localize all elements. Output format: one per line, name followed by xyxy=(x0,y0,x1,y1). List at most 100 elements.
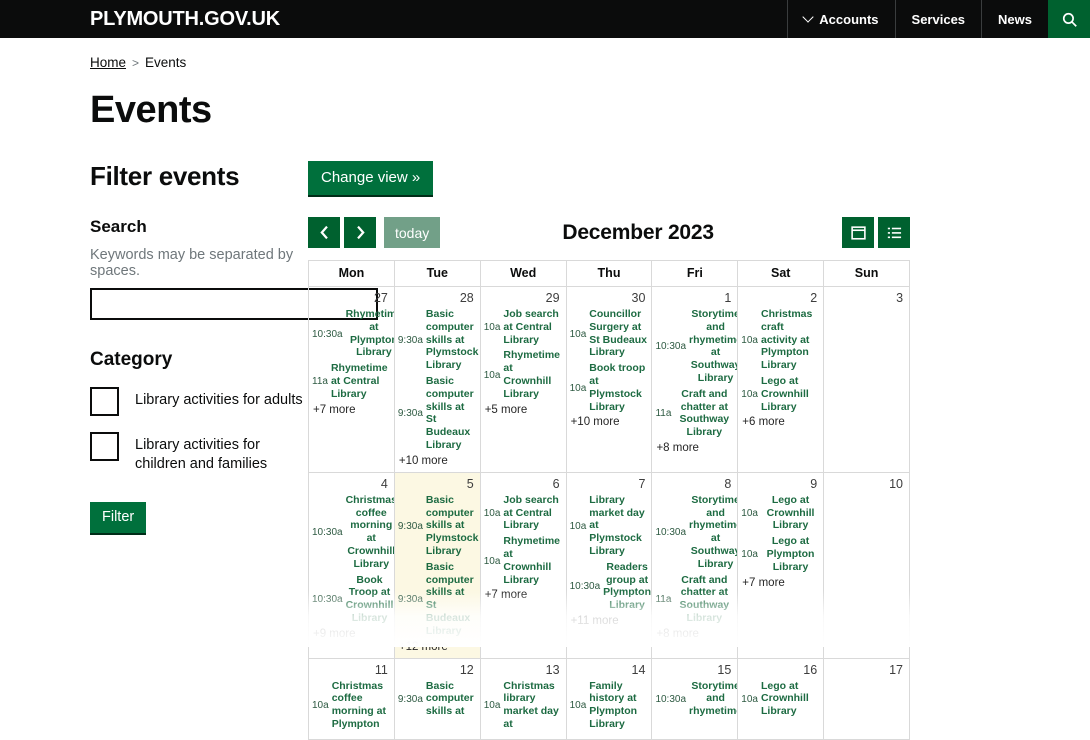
change-view-button[interactable]: Change view » xyxy=(308,161,433,195)
calendar-day-cell[interactable]: 810:30aStorytime and rhymetime at Southw… xyxy=(651,473,737,658)
calendar-event[interactable]: 10aLego at Crownhill Library xyxy=(741,680,820,718)
calendar-day-number: 12 xyxy=(398,662,477,680)
category-option-adults[interactable]: Library activities for adults xyxy=(90,387,310,416)
calendar-day-number: 28 xyxy=(398,290,477,308)
checkbox-library-children[interactable] xyxy=(90,432,119,461)
calendar-day-cell[interactable]: 289:30aBasic computer skills at Plymstoc… xyxy=(394,287,480,472)
checkbox-library-adults[interactable] xyxy=(90,387,119,416)
calendar-day-number: 27 xyxy=(312,290,391,308)
calendar-event[interactable]: 10aRhymetime at Crownhill Library xyxy=(484,349,563,400)
calendar-day-cell[interactable]: 3 xyxy=(823,287,909,472)
calendar-day-cell[interactable]: 110:30aStorytime and rhymetime at Southw… xyxy=(651,287,737,472)
calendar-day-number: 17 xyxy=(827,662,906,680)
calendar-more-link[interactable]: +6 more xyxy=(741,416,820,428)
calendar-day-cell[interactable]: 610aJob search at Central Library10aRhym… xyxy=(480,473,566,658)
calendar-event-title: Christmas craft activity at Plympton Lib… xyxy=(761,308,820,372)
calendar-week: 1110aChristmas coffee morning at Plympto… xyxy=(309,659,909,739)
calendar-event-title: Basic computer skills at St Budeaux Libr… xyxy=(426,561,477,638)
calendar-event[interactable]: 10aBook troop at Plymstock Library xyxy=(570,362,649,413)
month-view-button[interactable] xyxy=(842,217,874,248)
calendar-event[interactable]: 11aCraft and chatter at Southway Library xyxy=(655,388,734,439)
calendar-event[interactable]: 10:30aBook Troop at Crownhill Library xyxy=(312,574,391,625)
calendar-day-cell[interactable]: 59:30aBasic computer skills at Plymstock… xyxy=(394,473,480,658)
calendar-more-link[interactable]: +5 more xyxy=(484,404,563,416)
calendar-event-title: Book troop at Plymstock Library xyxy=(589,362,648,413)
calendar-more-link[interactable]: +7 more xyxy=(484,589,563,601)
nav-item-services[interactable]: Services xyxy=(895,0,982,38)
calendar-more-link[interactable]: +11 more xyxy=(570,615,649,627)
calendar-more-link[interactable]: +7 more xyxy=(312,404,391,416)
calendar-event[interactable]: 9:30aBasic computer skills at Plymstock … xyxy=(398,494,477,558)
calendar-event[interactable]: 10aJob search at Central Library xyxy=(484,308,563,346)
calendar-day-cell[interactable]: 2910aJob search at Central Library10aRhy… xyxy=(480,287,566,472)
day-header-sun: Sun xyxy=(823,261,909,286)
calendar-event-title: Craft and chatter at Southway Library xyxy=(674,388,734,439)
calendar-event[interactable]: 10aChristmas craft activity at Plympton … xyxy=(741,308,820,372)
calendar-event[interactable]: 10:30aStorytime and rhymetime xyxy=(655,680,734,718)
calendar-event[interactable]: 10aFamily history at Plympton Library xyxy=(570,680,649,731)
site-brand[interactable]: PLYMOUTH.GOV.UK xyxy=(90,9,280,29)
chevron-down-icon xyxy=(804,13,813,22)
prev-month-button[interactable] xyxy=(308,217,340,248)
list-view-button[interactable] xyxy=(878,217,910,248)
calendar-day-cell[interactable]: 1410aFamily history at Plympton Library xyxy=(566,659,652,739)
calendar-event-time: 11a xyxy=(312,375,331,387)
filter-sidebar: Filter events Search Keywords may be sep… xyxy=(0,161,310,740)
calendar-event[interactable]: 10aChristmas coffee morning at Plympton xyxy=(312,680,391,731)
calendar-more-link[interactable]: +10 more xyxy=(570,416,649,428)
day-header-fri: Fri xyxy=(651,261,737,286)
category-option-children[interactable]: Library activities for children and fami… xyxy=(90,432,310,474)
calendar-event[interactable]: 9:30aBasic computer skills at St Budeaux… xyxy=(398,561,477,638)
calendar-day-cell[interactable]: 1510:30aStorytime and rhymetime xyxy=(651,659,737,739)
calendar-day-cell[interactable]: 129:30aBasic computer skills at xyxy=(394,659,480,739)
calendar-event[interactable]: 9:30aBasic computer skills at Plymstock … xyxy=(398,308,477,372)
calendar-event[interactable]: 10aJob search at Central Library xyxy=(484,494,563,532)
calendar-more-link[interactable]: +8 more xyxy=(655,628,734,640)
search-icon[interactable] xyxy=(1048,0,1090,38)
calendar-event[interactable]: 9:30aBasic computer skills at xyxy=(398,680,477,718)
calendar-day-cell[interactable]: 1110aChristmas coffee morning at Plympto… xyxy=(309,659,394,739)
calendar-day-cell[interactable]: 410:30aChristmas coffee morning at Crown… xyxy=(309,473,394,658)
nav-item-accounts[interactable]: Accounts xyxy=(787,0,894,38)
next-month-button[interactable] xyxy=(344,217,376,248)
today-button[interactable]: today xyxy=(384,217,440,248)
day-header-mon: Mon xyxy=(309,261,394,286)
calendar-more-link[interactable]: +9 more xyxy=(312,628,391,640)
calendar-event[interactable]: 9:30aBasic computer skills at St Budeaux… xyxy=(398,375,477,452)
calendar-event[interactable]: 10aChristmas library market day at xyxy=(484,680,563,731)
calendar-day-cell[interactable]: 3010aCouncillor Surgery at St Budeaux Li… xyxy=(566,287,652,472)
calendar-event-title: Storytime and rhymetime xyxy=(689,680,737,718)
calendar-event[interactable]: 10:30aStorytime and rhymetime at Southwa… xyxy=(655,308,734,385)
calendar-day-cell[interactable]: 1610aLego at Crownhill Library xyxy=(737,659,823,739)
calendar-event[interactable]: 10:30aStorytime and rhymetime at Southwa… xyxy=(655,494,734,571)
calendar-event[interactable]: 10aLego at Crownhill Library xyxy=(741,494,820,532)
calendar-day-cell[interactable]: 10 xyxy=(823,473,909,658)
calendar-event[interactable]: 10:30aReaders group at Plympton Library xyxy=(570,561,649,612)
calendar-event[interactable]: 10aLego at Crownhill Library xyxy=(741,375,820,413)
calendar-event[interactable]: 10aCouncillor Surgery at St Budeaux Libr… xyxy=(570,308,649,359)
calendar-event[interactable]: 11aCraft and chatter at Southway Library xyxy=(655,574,734,625)
calendar-more-link[interactable]: +8 more xyxy=(655,442,734,454)
day-header-tue: Tue xyxy=(394,261,480,286)
calendar-event[interactable]: 10aLibrary market day at Plymstock Libra… xyxy=(570,494,649,558)
calendar-day-cell[interactable]: 2710:30aRhymetime at Plympton Library11a… xyxy=(309,287,394,472)
calendar-event[interactable]: 10:30aChristmas coffee morning at Crownh… xyxy=(312,494,391,571)
nav-item-news[interactable]: News xyxy=(981,0,1048,38)
calendar-event[interactable]: 10aRhymetime at Crownhill Library xyxy=(484,535,563,586)
calendar-day-cell[interactable]: 710aLibrary market day at Plymstock Libr… xyxy=(566,473,652,658)
calendar-day-cell[interactable]: 210aChristmas craft activity at Plympton… xyxy=(737,287,823,472)
calendar-day-cell[interactable]: 910aLego at Crownhill Library10aLego at … xyxy=(737,473,823,658)
calendar-day-cell[interactable]: 17 xyxy=(823,659,909,739)
calendar-event[interactable]: 10:30aRhymetime at Plympton Library xyxy=(312,308,391,359)
calendar-more-link[interactable]: +10 more xyxy=(398,455,477,467)
calendar-more-link[interactable]: +7 more xyxy=(741,577,820,589)
calendar-nav-group: today xyxy=(308,217,440,248)
calendar-day-cell[interactable]: 1310aChristmas library market day at xyxy=(480,659,566,739)
calendar-event[interactable]: 11aRhymetime at Central Library xyxy=(312,362,391,400)
calendar-event[interactable]: 10aLego at Plympton Library xyxy=(741,535,820,573)
calendar-event-time: 10a xyxy=(484,507,504,519)
breadcrumb-home[interactable]: Home xyxy=(90,55,126,70)
calendar-event-time: 10a xyxy=(484,699,504,711)
calendar-day-number: 7 xyxy=(570,476,649,494)
filter-submit-button[interactable]: Filter xyxy=(90,502,146,533)
